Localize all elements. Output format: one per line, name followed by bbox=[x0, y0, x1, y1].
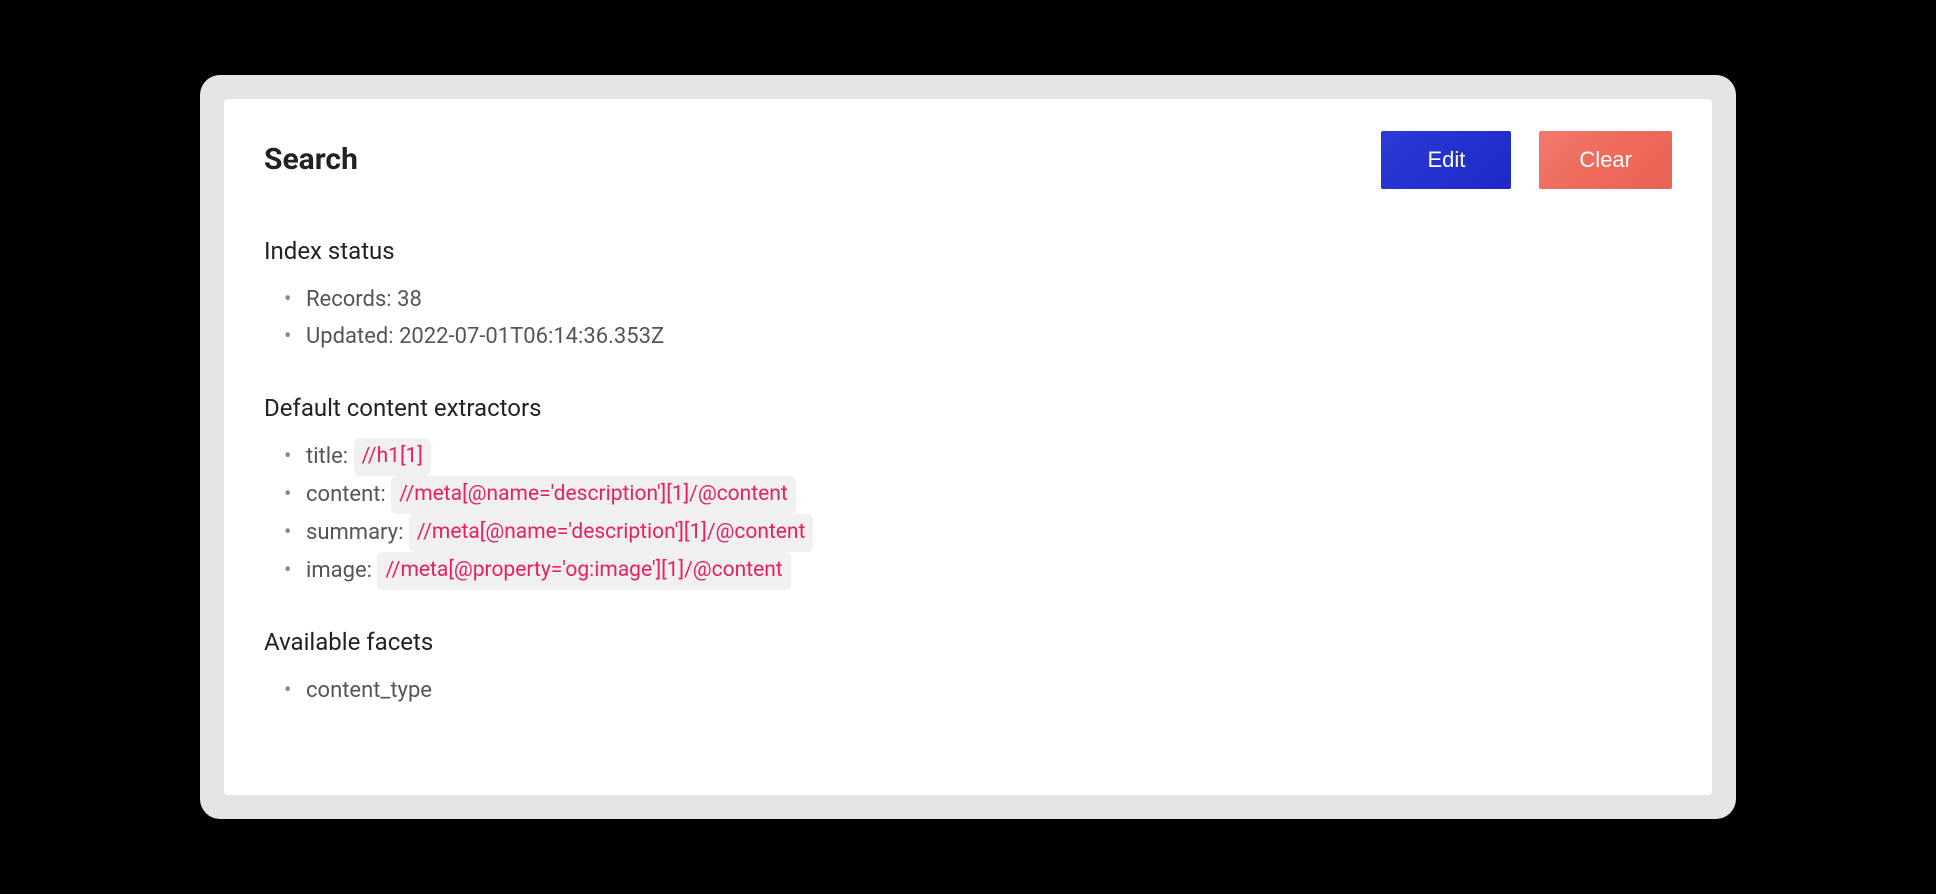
edit-button[interactable]: Edit bbox=[1381, 131, 1511, 189]
page-title: Search bbox=[264, 142, 358, 177]
index-status-list: Records: 38 Updated: 2022-07-01T06:14:36… bbox=[264, 281, 1672, 356]
records-value: 38 bbox=[397, 287, 422, 312]
extractor-item-content: content: //meta[@name='description'][1]/… bbox=[306, 476, 1672, 514]
records-item: Records: 38 bbox=[306, 281, 1672, 318]
header-row: Search Edit Clear bbox=[264, 131, 1672, 189]
records-label: Records: bbox=[306, 287, 392, 312]
facets-heading: Available facets bbox=[264, 628, 1672, 656]
updated-label: Updated: bbox=[306, 324, 394, 349]
extractor-code: //meta[@property='og:image'][1]/@content bbox=[377, 552, 790, 590]
extractors-heading: Default content extractors bbox=[264, 394, 1672, 422]
extractor-item-summary: summary: //meta[@name='description'][1]/… bbox=[306, 514, 1672, 552]
extractor-item-title: title: //h1[1] bbox=[306, 438, 1672, 476]
extractor-code: //meta[@name='description'][1]/@content bbox=[391, 476, 796, 514]
extractor-code: //h1[1] bbox=[354, 438, 431, 476]
index-status-section: Index status Records: 38 Updated: 2022-0… bbox=[264, 237, 1672, 356]
button-group: Edit Clear bbox=[1381, 131, 1672, 189]
clear-button[interactable]: Clear bbox=[1539, 131, 1672, 189]
outer-frame: Search Edit Clear Index status Records: … bbox=[200, 75, 1736, 819]
updated-value: 2022-07-01T06:14:36.353Z bbox=[399, 324, 664, 349]
extractor-code: //meta[@name='description'][1]/@content bbox=[409, 514, 814, 552]
facets-section: Available facets content_type bbox=[264, 628, 1672, 709]
facets-list: content_type bbox=[264, 672, 1672, 709]
extractors-section: Default content extractors title: //h1[1… bbox=[264, 394, 1672, 590]
facet-item: content_type bbox=[306, 672, 1672, 709]
extractor-label: image: bbox=[306, 558, 372, 583]
extractor-item-image: image: //meta[@property='og:image'][1]/@… bbox=[306, 552, 1672, 590]
updated-item: Updated: 2022-07-01T06:14:36.353Z bbox=[306, 318, 1672, 355]
extractor-label: summary: bbox=[306, 520, 403, 545]
search-card: Search Edit Clear Index status Records: … bbox=[224, 99, 1712, 795]
extractors-list: title: //h1[1] content: //meta[@name='de… bbox=[264, 438, 1672, 590]
extractor-label: content: bbox=[306, 482, 386, 507]
index-status-heading: Index status bbox=[264, 237, 1672, 265]
extractor-label: title: bbox=[306, 444, 348, 469]
